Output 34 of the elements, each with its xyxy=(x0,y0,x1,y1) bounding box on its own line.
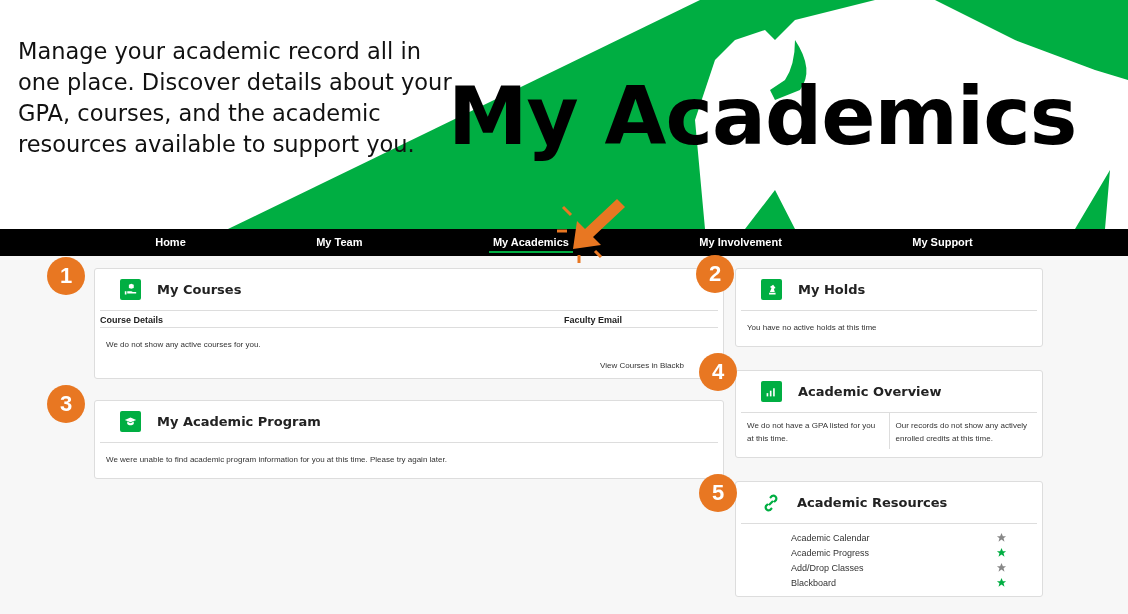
star-icon[interactable] xyxy=(996,547,1007,558)
resource-link[interactable]: Blackboard xyxy=(791,577,837,588)
nav-tab[interactable]: My Academics xyxy=(488,229,573,253)
step-number: 2 xyxy=(696,255,734,293)
empty-message: We were unable to find academic program information for you at this time. Please try again later. xyxy=(105,454,448,466)
star-icon[interactable] xyxy=(996,532,1007,543)
empty-message: You have no active holds at this time xyxy=(746,322,878,334)
column-header: Course Details xyxy=(100,315,165,325)
knight-icon xyxy=(761,279,782,300)
star-icon[interactable] xyxy=(996,562,1007,573)
card-title: My Holds xyxy=(798,282,866,297)
step-number: 4 xyxy=(699,353,737,391)
card-title: Academic Resources xyxy=(797,495,948,510)
star-icon[interactable] xyxy=(996,577,1007,588)
empty-message: We do not show any active courses for you. xyxy=(105,339,262,351)
step-number: 3 xyxy=(47,385,85,423)
view-courses-link[interactable]: View Courses in Blackb xyxy=(600,361,684,370)
graduation-cap-icon xyxy=(120,411,141,432)
resource-link[interactable]: Add/Drop Classes xyxy=(791,562,864,573)
card-title: My Courses xyxy=(157,282,242,297)
step-number: 5 xyxy=(699,474,737,512)
credits-message: Our records do not show any actively enrolled credits at this time. xyxy=(888,413,1037,449)
step-number: 1 xyxy=(47,257,85,295)
nav-tab[interactable]: My Support xyxy=(908,229,977,253)
nav-tab[interactable]: Home xyxy=(151,229,190,253)
bar-chart-icon xyxy=(761,381,782,402)
resource-link[interactable]: Academic Calendar xyxy=(791,532,870,543)
nav-tab[interactable]: My Team xyxy=(312,229,367,253)
nav-tab[interactable]: My Involvement xyxy=(695,229,786,253)
gpa-message: We do not have a GPA listed for you at this time. xyxy=(746,420,877,445)
resource-link[interactable]: Academic Progress xyxy=(791,547,870,558)
card-title: Academic Overview xyxy=(798,384,942,399)
card-title: My Academic Program xyxy=(157,414,321,429)
column-header: Faculty Email xyxy=(564,315,624,325)
